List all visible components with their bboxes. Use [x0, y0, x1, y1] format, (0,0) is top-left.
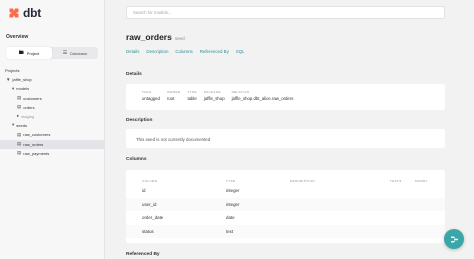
detail-owner: OWNER root	[167, 90, 181, 101]
table-row[interactable]: order_date date	[126, 211, 445, 225]
column-header-type: TYPE	[226, 179, 236, 183]
column-type: date	[226, 215, 235, 220]
tab-project[interactable]: 🖿 Project	[6, 47, 52, 59]
lineage-icon	[450, 236, 458, 242]
detail-label: OWNER	[166, 90, 181, 94]
column-header-description: DESCRIPTION	[290, 179, 315, 183]
tab-database[interactable]: ☰ Database	[52, 47, 98, 59]
tree-label: models	[16, 86, 30, 92]
column-name: status	[142, 228, 154, 234]
folder-open-icon: ▾	[12, 122, 15, 128]
columns-table: COLUMN TYPE DESCRIPTION TESTS MORE? id i…	[126, 170, 445, 243]
database-icon: ☰	[62, 49, 68, 56]
column-header-column: COLUMN	[142, 179, 158, 183]
column-header-more: MORE?	[415, 179, 428, 183]
detail-label: TYPE	[187, 90, 197, 94]
folder-icon: ▸	[17, 113, 20, 119]
detail-value: root	[166, 96, 175, 101]
tree-label: staging	[21, 114, 35, 120]
sidebar: dbt Overview 🖿 Project ☰ Database Projec…	[0, 0, 105, 259]
detail-relation: RELATION jaffle_shop.dbt_alice.raw_order…	[232, 90, 294, 101]
tab-columns[interactable]: Columns	[175, 49, 192, 54]
tab-description[interactable]: Description	[146, 49, 168, 54]
description-text: This seed is not currently documented	[136, 137, 211, 142]
tab-database-label: Database	[70, 50, 88, 56]
tree-item-models[interactable]: ▾ models	[0, 84, 105, 93]
file-icon: ▤	[17, 150, 22, 156]
tree-item-raw-customers[interactable]: ▤ raw_customers	[0, 130, 105, 139]
column-name: user_id	[142, 201, 157, 207]
tree-item-raw-payments[interactable]: ▤ raw_payments	[0, 149, 105, 158]
detail-tags: TAGS untagged	[142, 90, 160, 101]
tree-header-projects: Projects	[0, 66, 105, 75]
folder-icon: 🖿	[18, 49, 24, 56]
details-card: TAGS untagged OWNER root TYPE table PACK…	[126, 84, 445, 110]
lineage-graph-button[interactable]	[444, 229, 464, 249]
tree-item-customers[interactable]: ▤ customers	[0, 94, 105, 103]
tree-label: seeds	[16, 123, 27, 129]
detail-label: TAGS	[142, 90, 152, 94]
file-icon: ▤	[17, 94, 22, 100]
tree-label: customers	[23, 95, 42, 101]
resource-type: seed	[174, 36, 185, 41]
page-header: raw_orders seed	[126, 32, 185, 42]
main-content: Search for models... raw_orders seed Det…	[105, 0, 474, 259]
table-row[interactable]: id integer	[126, 184, 445, 198]
detail-value: jaffle_shop.dbt_alice.raw_orders	[231, 96, 294, 101]
folder-open-icon: ▾	[12, 85, 15, 91]
tree-label: raw_payments	[23, 150, 50, 156]
section-tabs: Details Description Columns Referenced B…	[126, 49, 245, 54]
column-type: text	[226, 228, 234, 234]
search-input[interactable]: Search for models...	[126, 6, 445, 19]
view-switch: 🖿 Project ☰ Database	[6, 47, 98, 59]
column-type: integer	[226, 188, 240, 193]
column-header-tests: TESTS	[390, 179, 402, 183]
tab-sql[interactable]: SQL	[236, 49, 245, 54]
column-name: id	[142, 188, 146, 193]
details-grid: TAGS untagged OWNER root TYPE table PACK…	[142, 90, 293, 101]
detail-value: jaffle_shop	[203, 96, 225, 101]
description-card: This seed is not currently documented	[126, 129, 445, 148]
detail-label: PACKAGE	[203, 90, 221, 94]
description-heading: Description	[126, 118, 153, 123]
detail-type: TYPE table	[187, 90, 196, 101]
file-icon: ▤	[17, 104, 22, 110]
page-title: raw_orders	[126, 32, 172, 42]
table-row[interactable]: user_id integer	[126, 197, 445, 211]
tree-label: orders	[23, 104, 35, 110]
tree-item-seeds[interactable]: ▾ seeds	[0, 121, 105, 130]
tree-item-orders[interactable]: ▤ orders	[0, 103, 105, 112]
tab-project-label: Project	[26, 50, 40, 56]
overview-link[interactable]: Overview	[6, 34, 28, 40]
detail-label: RELATION	[231, 90, 250, 94]
column-type: integer	[226, 201, 240, 207]
tree-item-staging[interactable]: ▸ staging	[0, 112, 105, 121]
details-heading: Details	[126, 72, 142, 77]
tree-label: jaffle_shop	[12, 77, 32, 83]
dbt-logo[interactable]: dbt	[8, 6, 41, 20]
tab-referenced-by[interactable]: Referenced By	[200, 49, 229, 54]
dbt-wordmark: dbt	[23, 6, 42, 20]
folder-open-icon: ▼	[6, 76, 11, 82]
tree-label: raw_customers	[23, 132, 51, 138]
file-icon: ▤	[17, 140, 22, 146]
app-window: dbt Overview 🖿 Project ☰ Database Projec…	[0, 0, 474, 259]
tab-details[interactable]: Details	[126, 49, 139, 54]
columns-heading: Columns	[126, 157, 147, 162]
detail-package: PACKAGE jaffle_shop	[204, 90, 225, 101]
tree-label: Projects	[5, 68, 20, 74]
tree-item-raw-orders[interactable]: ▤ raw_orders	[0, 139, 105, 149]
detail-value: untagged	[142, 96, 160, 101]
file-icon: ▤	[17, 131, 22, 137]
tree-item-jaffle-shop[interactable]: ▼ jaffle_shop	[0, 75, 105, 84]
dbt-logo-icon	[9, 8, 19, 18]
referenced-by-heading: Referenced By	[126, 252, 160, 257]
column-name: order_date	[142, 215, 164, 220]
table-row[interactable]: status text	[126, 224, 445, 238]
project-tree: Projects ▼ jaffle_shop ▾ models ▤ custom…	[0, 66, 105, 158]
tree-label: raw_orders	[23, 141, 44, 147]
detail-value: table	[187, 96, 197, 101]
